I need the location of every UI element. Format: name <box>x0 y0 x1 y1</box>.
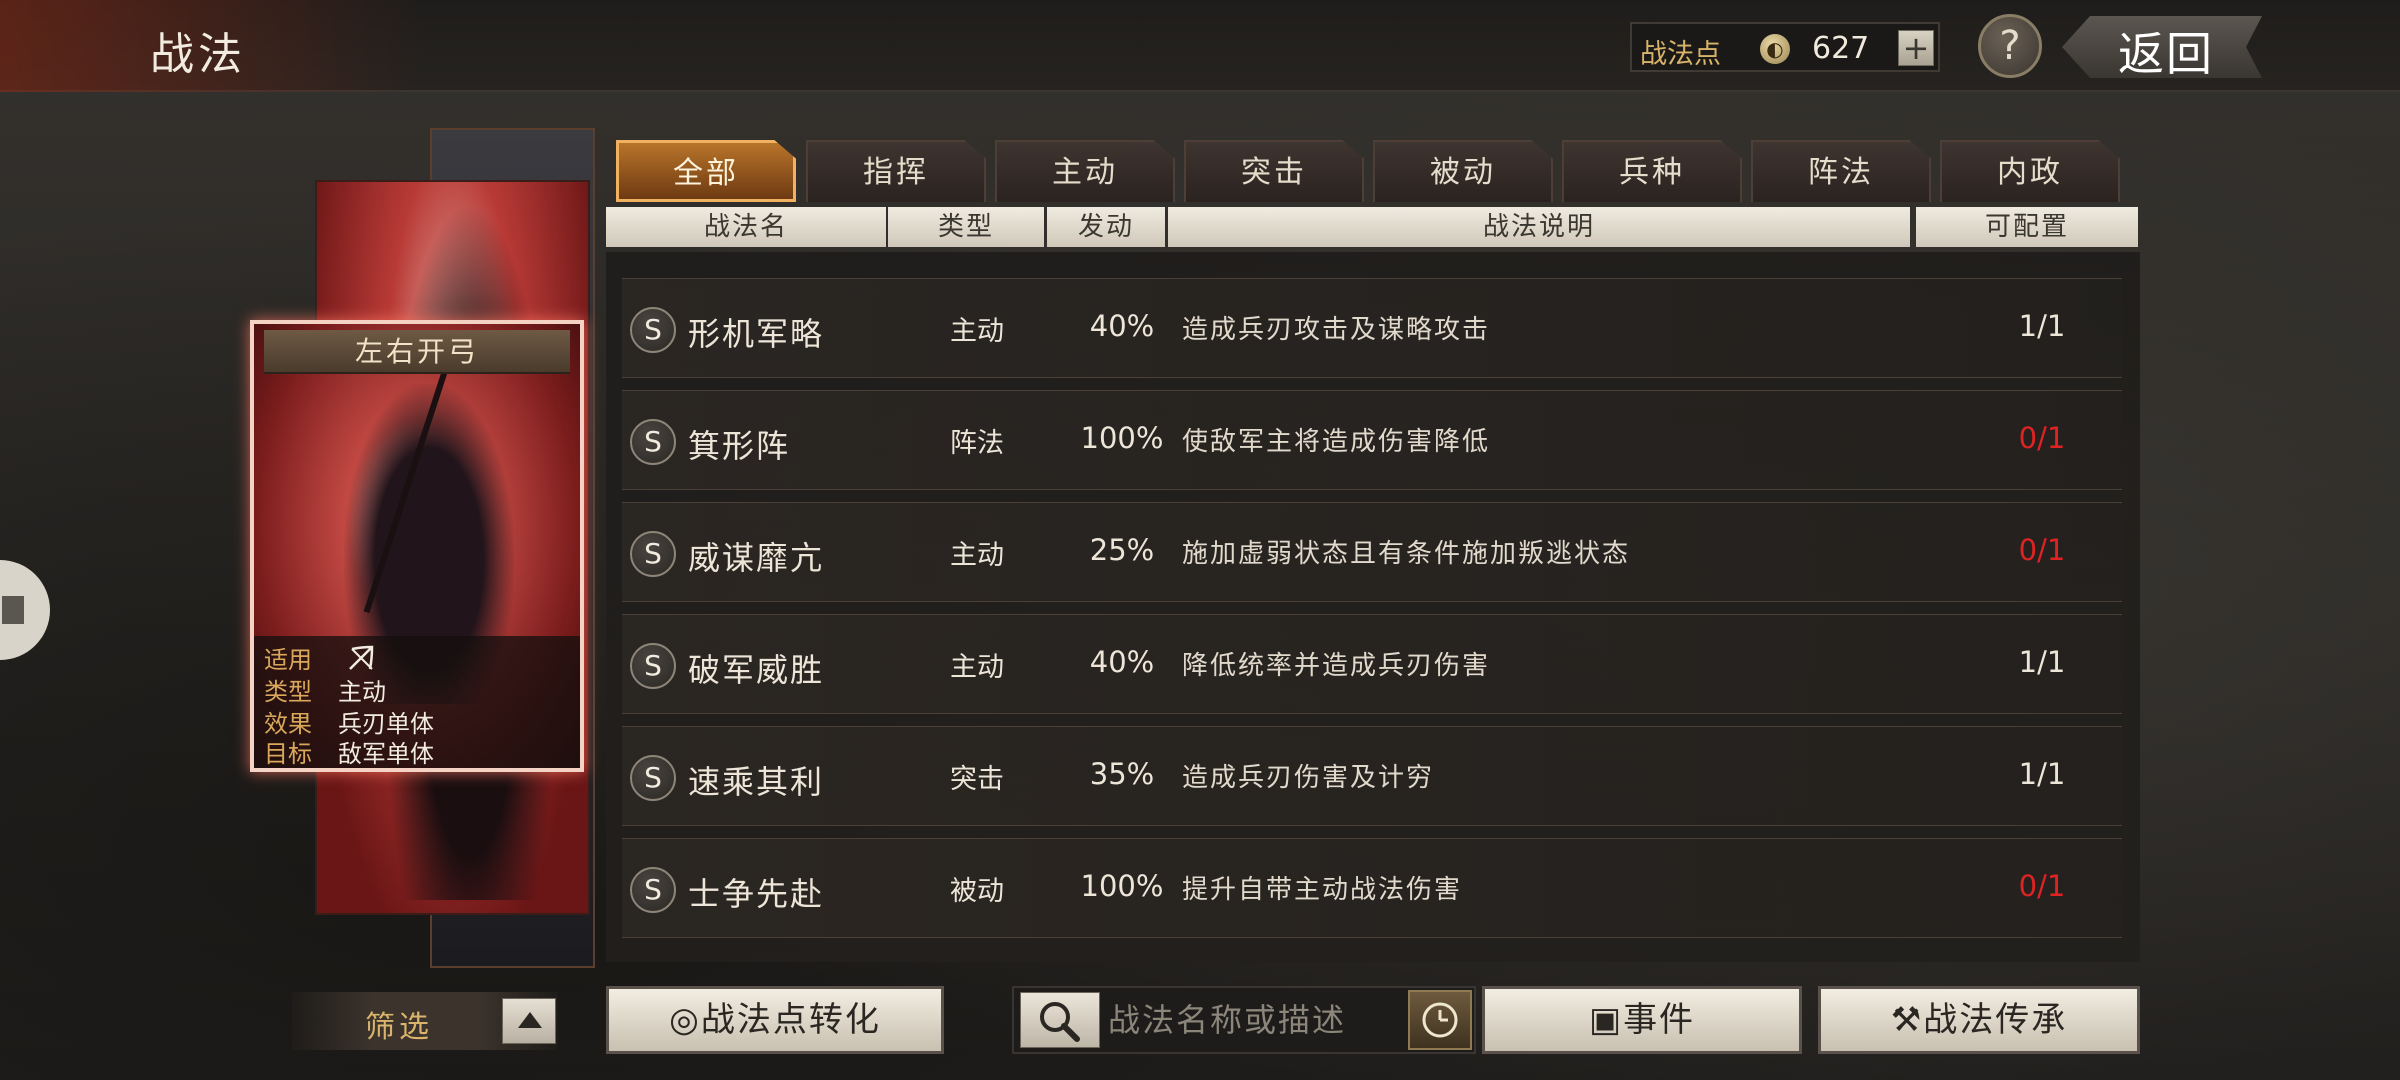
column-header-name[interactable]: 战法名 <box>606 207 886 247</box>
grade-s-icon: S <box>630 531 676 577</box>
grade-s-icon: S <box>630 643 676 689</box>
tactic-name: 破军威胜 <box>688 651 825 689</box>
tactic-rate: 100% <box>1080 421 1164 455</box>
tactic-row[interactable]: S 速乘其利 突击 35% 造成兵刃伤害及计穷 1/1 <box>622 726 2122 826</box>
clock-icon <box>1422 1002 1458 1038</box>
tab-all[interactable]: 全部 <box>616 140 796 202</box>
tactic-rate: 40% <box>1089 309 1155 343</box>
card-field-value: 敌军单体 <box>338 740 434 768</box>
column-header-type[interactable]: 类型 <box>888 207 1044 247</box>
search-icon <box>1040 1002 1080 1042</box>
tactic-desc: 造成兵刃攻击及谋略攻击 <box>1182 315 1491 345</box>
card-field-value: 主动 <box>338 678 386 706</box>
tactic-desc: 降低统率并造成兵刃伤害 <box>1182 651 1491 681</box>
page-title: 战法 <box>150 29 246 80</box>
tactic-row[interactable]: S 形机军略 主动 40% 造成兵刃攻击及谋略攻击 1/1 <box>622 278 2122 378</box>
tab-troop[interactable]: 兵种 <box>1562 140 1742 202</box>
tactic-type: 被动 <box>950 876 1004 907</box>
add-points-button[interactable]: + <box>1898 30 1934 66</box>
tactic-type: 主动 <box>950 316 1004 347</box>
card-field-key: 目标 <box>264 740 312 768</box>
selected-tactic-card[interactable]: 左右开弓 适用 类型 主动 效果 兵刃单体 目标 敌军单体 <box>250 320 584 772</box>
card-info-panel: 适用 类型 主动 效果 兵刃单体 目标 敌军单体 <box>254 636 580 768</box>
swirl-icon: ◎ <box>669 1000 701 1040</box>
tactic-points-panel: 战法点 ◐ 627 + <box>1630 22 1940 72</box>
inherit-button[interactable]: ⚒战法传承 <box>1818 986 2140 1054</box>
tactic-rate: 25% <box>1089 533 1155 567</box>
event-button[interactable]: ▣事件 <box>1482 986 1802 1054</box>
tactic-rate: 35% <box>1089 757 1155 791</box>
tab-active[interactable]: 主动 <box>995 140 1175 202</box>
grade-s-icon: S <box>630 307 676 353</box>
tactic-row[interactable]: S 威谋靡亢 主动 25% 施加虚弱状态且有条件施加叛逃状态 0/1 <box>622 502 2122 602</box>
grade-s-icon: S <box>630 755 676 801</box>
grade-s-icon: S <box>630 419 676 465</box>
tactic-coin-icon: ◐ <box>1760 34 1790 64</box>
column-header-config[interactable]: 可配置 <box>1916 207 2138 247</box>
back-button-label[interactable]: 返回 <box>2118 18 2214 84</box>
history-button[interactable] <box>1408 990 1472 1050</box>
tactic-config: 1/1 <box>2018 309 2066 343</box>
card-field-key: 类型 <box>264 678 312 706</box>
tactic-rate: 100% <box>1080 869 1164 903</box>
tab-passive[interactable]: 被动 <box>1373 140 1553 202</box>
tactic-name: 箕形阵 <box>688 427 791 465</box>
tactic-name: 速乘其利 <box>688 763 825 801</box>
tactic-name: 形机军略 <box>688 315 825 353</box>
tactic-config: 0/1 <box>2018 421 2066 455</box>
tactic-type: 主动 <box>950 652 1004 683</box>
convert-points-label: 战法点转化 <box>700 1000 881 1040</box>
column-header-rate[interactable]: 发动 <box>1047 207 1165 247</box>
tactic-points-label: 战法点 <box>1640 39 1721 70</box>
card-field-apply: 适用 <box>264 640 378 674</box>
tactic-type: 主动 <box>950 540 1004 571</box>
tactic-config: 0/1 <box>2018 533 2066 567</box>
search-input[interactable] <box>1108 994 1398 1046</box>
card-title: 左右开弓 <box>264 330 570 374</box>
grade-s-icon: S <box>630 867 676 913</box>
tactic-desc: 提升自带主动战法伤害 <box>1182 875 1463 905</box>
tactic-row[interactable]: S 士争先赴 被动 100% 提升自带主动战法伤害 0/1 <box>622 838 2122 938</box>
card-field-effect: 效果 兵刃单体 <box>264 704 434 738</box>
event-label: 事件 <box>1623 1000 1696 1040</box>
card-field-key: 适用 <box>264 646 312 674</box>
tab-internal[interactable]: 内政 <box>1940 140 2120 202</box>
filter-toggle-button[interactable] <box>502 998 556 1044</box>
tactic-row[interactable]: S 破军威胜 主动 40% 降低统率并造成兵刃伤害 1/1 <box>622 614 2122 714</box>
tactic-desc: 造成兵刃伤害及计穷 <box>1182 763 1435 793</box>
tactic-rate: 40% <box>1089 645 1155 679</box>
alert-icon: ▣ <box>1588 1000 1624 1040</box>
tactic-name: 威谋靡亢 <box>688 539 825 577</box>
tactic-desc: 施加虚弱状态且有条件施加叛逃状态 <box>1182 539 1631 569</box>
tactic-list[interactable]: S 形机军略 主动 40% 造成兵刃攻击及谋略攻击 1/1 S 箕形阵 阵法 1… <box>606 252 2140 962</box>
tactic-config: 1/1 <box>2018 757 2066 791</box>
search-button[interactable] <box>1020 992 1100 1048</box>
tactic-type: 阵法 <box>950 428 1004 459</box>
card-field-target: 目标 敌军单体 <box>264 734 434 768</box>
inherit-label: 战法传承 <box>1923 1000 2068 1040</box>
card-field-type: 类型 主动 <box>264 672 386 706</box>
help-button[interactable]: ? <box>1978 14 2042 78</box>
hammer-icon: ⚒ <box>1890 1000 1924 1040</box>
convert-points-button[interactable]: ◎战法点转化 <box>606 986 944 1054</box>
column-header-desc: 战法说明 <box>1168 207 1910 247</box>
tactic-type: 突击 <box>950 764 1004 795</box>
tab-formation[interactable]: 阵法 <box>1751 140 1931 202</box>
tactic-name: 士争先赴 <box>688 875 825 913</box>
tactic-points-value: 627 <box>1812 31 1870 66</box>
tactic-config: 0/1 <box>2018 869 2066 903</box>
drawer-icon <box>2 596 24 624</box>
tactic-config: 1/1 <box>2018 645 2066 679</box>
tactic-desc: 使敌军主将造成伤害降低 <box>1182 427 1491 457</box>
filter-label[interactable]: 筛选 <box>365 1002 433 1046</box>
tab-assault[interactable]: 突击 <box>1184 140 1364 202</box>
tactic-row[interactable]: S 箕形阵 阵法 100% 使敌军主将造成伤害降低 0/1 <box>622 390 2122 490</box>
tab-command[interactable]: 指挥 <box>806 140 986 202</box>
